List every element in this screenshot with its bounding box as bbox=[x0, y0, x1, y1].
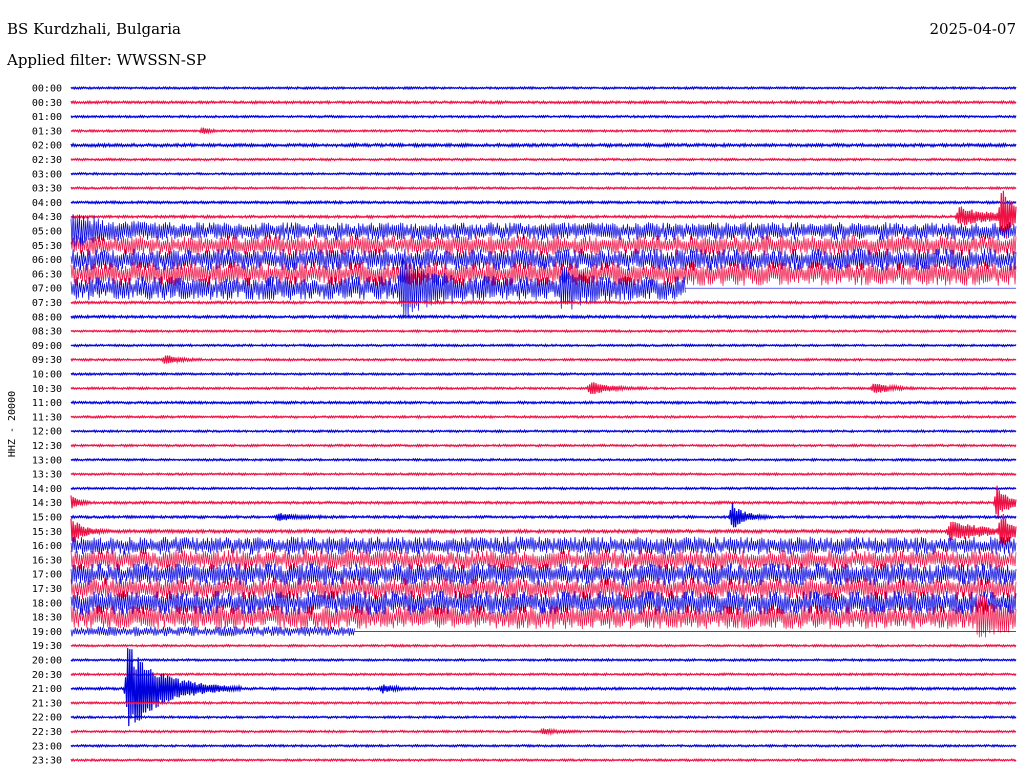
time-tick-label: 04:00 bbox=[32, 198, 62, 209]
time-tick-label: 09:30 bbox=[32, 355, 62, 366]
trace-line-2200 bbox=[70, 714, 1017, 720]
time-tick-label: 22:30 bbox=[32, 727, 62, 738]
trace-line-1100 bbox=[70, 399, 1017, 406]
time-tick-label: 01:30 bbox=[32, 126, 62, 137]
time-tick-label: 18:00 bbox=[32, 598, 62, 609]
time-tick-label: 16:00 bbox=[32, 541, 62, 552]
time-tick-label: 11:00 bbox=[32, 398, 62, 409]
trace-line-0830 bbox=[70, 328, 1017, 334]
time-tick-label: 19:00 bbox=[32, 627, 62, 638]
trace-line-1500 bbox=[70, 502, 1017, 528]
trace-line-0130 bbox=[70, 126, 1017, 135]
trace-line-0800 bbox=[70, 313, 1017, 320]
trace-line-0230 bbox=[70, 157, 1017, 162]
trace-line-1130 bbox=[70, 414, 1017, 420]
trace-line-0730 bbox=[70, 299, 1017, 306]
time-tick-label: 15:30 bbox=[32, 527, 62, 538]
trace-line-1230 bbox=[70, 443, 1017, 448]
trace-line-1300 bbox=[70, 457, 1017, 463]
trace-line-0200 bbox=[70, 141, 1017, 149]
time-tick-label: 08:00 bbox=[32, 312, 62, 323]
trace-line-1600 bbox=[70, 536, 1017, 555]
time-tick-label: 00:30 bbox=[32, 98, 62, 109]
time-tick-label: 23:30 bbox=[32, 756, 62, 767]
time-tick-label: 21:30 bbox=[32, 698, 62, 709]
time-tick-label: 15:00 bbox=[32, 513, 62, 524]
time-tick-label: 20:30 bbox=[32, 670, 62, 681]
time-tick-label: 07:30 bbox=[32, 298, 62, 309]
time-tick-label: 11:30 bbox=[32, 412, 62, 423]
trace-line-0000 bbox=[70, 85, 1017, 91]
time-tick-label: 00:00 bbox=[32, 84, 62, 95]
trace-line-2330 bbox=[70, 757, 1017, 763]
trace-line-1430 bbox=[70, 485, 1017, 519]
y-axis-label-group: HHZ - 20000 bbox=[7, 391, 18, 457]
time-tick-label: 14:00 bbox=[32, 484, 62, 495]
time-tick-label: 07:00 bbox=[32, 284, 62, 295]
time-tick-label: 06:00 bbox=[32, 255, 62, 266]
time-tick-label: 10:30 bbox=[32, 384, 62, 395]
trace-lines bbox=[70, 85, 1017, 763]
trace-line-0400 bbox=[70, 199, 1017, 206]
trace-line-1000 bbox=[70, 371, 1017, 377]
trace-line-1900 bbox=[70, 626, 1016, 637]
trace-line-0900 bbox=[70, 343, 1017, 348]
seismogram-plot: HHZ - 20000 00:00 00:30 01:00 01:30 02:00 02:… bbox=[7, 84, 1017, 767]
time-tick-label: 14:30 bbox=[32, 498, 62, 509]
trace-line-1030 bbox=[70, 382, 1017, 394]
time-tick-label: 03:00 bbox=[32, 169, 62, 180]
time-tick-label: 12:30 bbox=[32, 441, 62, 452]
trace-line-0300 bbox=[70, 171, 1017, 177]
trace-line-0530 bbox=[70, 235, 1017, 256]
time-tick-label: 02:00 bbox=[32, 141, 62, 152]
time-tick-label: 21:00 bbox=[32, 684, 62, 695]
time-tick-label: 05:30 bbox=[32, 241, 62, 252]
time-tick-label: 23:00 bbox=[32, 741, 62, 752]
time-tick-labels: 00:00 00:30 01:00 01:30 02:00 02:30 03:00 03:30… bbox=[32, 84, 62, 767]
time-tick-label: 01:00 bbox=[32, 112, 62, 123]
time-tick-label: 09:00 bbox=[32, 341, 62, 352]
trace-line-0030 bbox=[70, 99, 1017, 105]
trace-line-0100 bbox=[70, 114, 1017, 119]
time-tick-label: 17:30 bbox=[32, 584, 62, 595]
trace-line-1200 bbox=[70, 428, 1017, 434]
time-tick-label: 02:30 bbox=[32, 155, 62, 166]
trace-line-1330 bbox=[70, 471, 1017, 477]
time-tick-label: 18:30 bbox=[32, 613, 62, 624]
time-tick-label: 12:00 bbox=[32, 427, 62, 438]
trace-line-1400 bbox=[70, 486, 1017, 491]
trace-line-0330 bbox=[70, 185, 1017, 191]
time-tick-label: 05:00 bbox=[32, 227, 62, 238]
time-tick-label: 06:30 bbox=[32, 269, 62, 280]
y-axis-label: HHZ - 20000 bbox=[7, 391, 18, 457]
time-tick-label: 16:30 bbox=[32, 555, 62, 566]
trace-line-0930 bbox=[70, 355, 1017, 365]
time-tick-label: 04:30 bbox=[32, 212, 62, 223]
time-tick-label: 03:30 bbox=[32, 184, 62, 195]
trace-line-2030 bbox=[70, 672, 1017, 677]
time-tick-label: 10:00 bbox=[32, 370, 62, 381]
trace-line-1930 bbox=[70, 643, 1017, 648]
time-tick-label: 19:30 bbox=[32, 641, 62, 652]
time-tick-label: 13:30 bbox=[32, 470, 62, 481]
trace-line-2000 bbox=[70, 657, 1017, 663]
time-tick-label: 08:30 bbox=[32, 327, 62, 338]
time-tick-label: 17:00 bbox=[32, 570, 62, 581]
time-tick-label: 22:00 bbox=[32, 713, 62, 724]
time-tick-label: 13:00 bbox=[32, 455, 62, 466]
trace-line-2230 bbox=[70, 727, 1017, 737]
trace-line-2130 bbox=[70, 700, 1017, 706]
time-tick-label: 20:00 bbox=[32, 656, 62, 667]
trace-line-2300 bbox=[70, 743, 1017, 749]
